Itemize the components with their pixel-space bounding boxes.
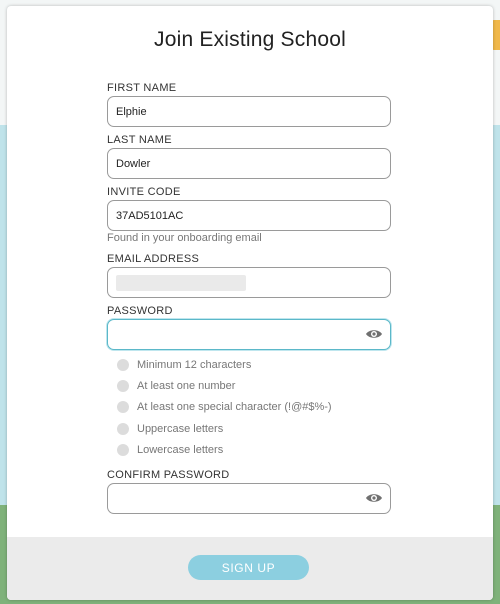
email-field[interactable]	[107, 267, 391, 298]
invite-code-label: INVITE CODE	[107, 186, 181, 198]
password-label: PASSWORD	[107, 305, 173, 317]
invite-code-field[interactable]: 37AD5101AC	[107, 200, 391, 231]
confirm-password-label: CONFIRM PASSWORD	[107, 469, 230, 481]
requirement-status-icon	[117, 423, 129, 435]
requirement-text: Lowercase letters	[137, 444, 224, 456]
requirement-text: Uppercase letters	[137, 423, 224, 435]
invite-code-hint: Found in your onboarding email	[107, 232, 262, 244]
requirement-text: At least one number	[137, 380, 236, 392]
eye-icon[interactable]	[365, 328, 383, 340]
last-name-value: Dowler	[116, 157, 151, 170]
modal-title: Join Existing School	[154, 28, 346, 51]
modal-footer: SIGN UP	[7, 537, 493, 600]
password-field[interactable]	[107, 319, 391, 350]
requirement-text: Minimum 12 characters	[137, 359, 252, 371]
first-name-value: Elphie	[116, 105, 147, 118]
eye-icon[interactable]	[365, 492, 383, 504]
password-requirement: Minimum 12 characters	[117, 359, 251, 371]
password-requirement: Uppercase letters	[117, 423, 223, 435]
last-name-field[interactable]: Dowler	[107, 148, 391, 179]
password-requirement: At least one number	[117, 380, 235, 392]
last-name-label: LAST NAME	[107, 134, 172, 146]
invite-code-value: 37AD5101AC	[116, 209, 184, 222]
confirm-password-field[interactable]	[107, 483, 391, 514]
email-label: EMAIL ADDRESS	[107, 253, 200, 265]
password-requirement: At least one special character (!@#$%-)	[117, 401, 332, 413]
requirement-status-icon	[117, 380, 129, 392]
requirement-text: At least one special character (!@#$%-)	[137, 401, 332, 413]
first-name-field[interactable]: Elphie	[107, 96, 391, 127]
join-school-modal: Join Existing School FIRST NAME Elphie L…	[7, 6, 493, 600]
requirement-status-icon	[117, 401, 129, 413]
requirement-status-icon	[117, 444, 129, 456]
first-name-label: FIRST NAME	[107, 82, 177, 94]
requirement-status-icon	[117, 359, 129, 371]
password-requirement: Lowercase letters	[117, 444, 223, 456]
email-redacted-value	[116, 274, 246, 291]
sign-up-button[interactable]: SIGN UP	[188, 555, 309, 580]
